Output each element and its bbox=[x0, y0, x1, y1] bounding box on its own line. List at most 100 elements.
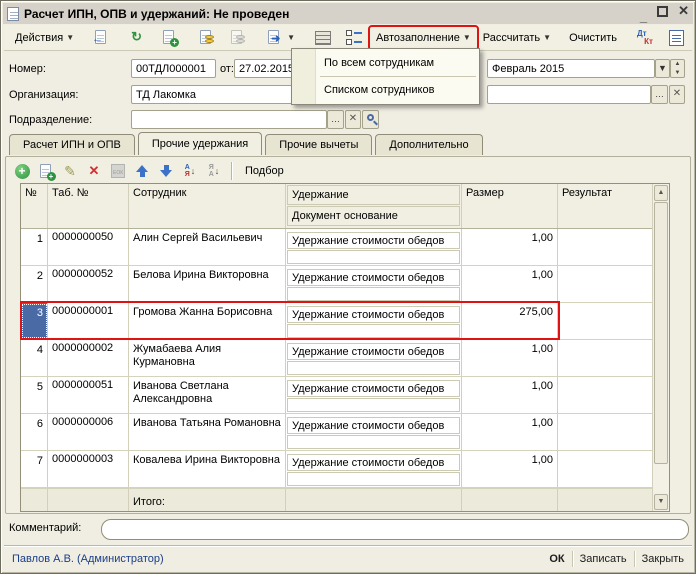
ok-button[interactable]: ОК bbox=[549, 553, 564, 565]
table-toolbar: + + ✎ ✕ АЯ↓ ЯА↓ Подбор bbox=[12, 159, 290, 183]
col-size[interactable]: Размер bbox=[462, 184, 558, 228]
calculate-button[interactable]: Рассчитать▼ bbox=[477, 27, 557, 49]
scroll-down-button[interactable]: ▼ bbox=[654, 494, 668, 510]
doc-coins-disabled-button bbox=[222, 27, 253, 49]
pick-button[interactable]: Подбор bbox=[239, 161, 290, 181]
chevron-down-icon: ▼ bbox=[287, 33, 295, 42]
close-button[interactable]: ✕ bbox=[678, 4, 689, 24]
col-num[interactable]: № bbox=[21, 184, 48, 228]
edit-row-button[interactable]: ✎ bbox=[60, 161, 80, 181]
table-row-selected[interactable]: 3 0000000001 Громова Жанна Борисовна Уде… bbox=[21, 303, 652, 340]
department-search-button[interactable] bbox=[362, 110, 379, 129]
scroll-thumb[interactable] bbox=[654, 202, 668, 464]
extra-field[interactable] bbox=[487, 85, 651, 104]
app-window: Расчет ИПН, ОПВ и удержаний: Не проведен… bbox=[0, 0, 696, 574]
form-settings-button[interactable] bbox=[339, 27, 370, 49]
report-button[interactable] bbox=[661, 27, 692, 49]
autofill-button[interactable]: Автозаполнение▼ bbox=[370, 27, 477, 49]
document-icon bbox=[7, 7, 19, 21]
period-dropdown-button[interactable]: ▼ bbox=[655, 59, 670, 78]
extra-clear-button[interactable]: ✕ bbox=[669, 85, 685, 104]
actions-button[interactable]: Действия▼ bbox=[9, 27, 80, 49]
department-clear-button[interactable]: ✕ bbox=[345, 110, 361, 129]
report-icon bbox=[669, 30, 684, 46]
table-row[interactable]: 5 0000000051 Иванова Светлана Александро… bbox=[21, 377, 652, 414]
scroll-up-button[interactable]: ▲ bbox=[654, 185, 668, 201]
status-bar: Павлов А.В. (Администратор) ОК Записать … bbox=[4, 545, 692, 571]
organization-label: Организация: bbox=[9, 86, 78, 104]
search-icon bbox=[367, 114, 374, 121]
refresh-button[interactable]: ↻ bbox=[123, 27, 154, 49]
tab-prochie-vychety[interactable]: Прочие вычеты bbox=[265, 134, 372, 155]
tab-dopolnitelno[interactable]: Дополнительно bbox=[375, 134, 482, 155]
table-footer: Итого: bbox=[21, 488, 652, 511]
date-label: от: bbox=[220, 60, 234, 78]
number-field[interactable]: 00ТДЛ000001 bbox=[131, 59, 216, 78]
menu-item-employee-list[interactable]: Списком сотрудников bbox=[292, 78, 479, 102]
table-row[interactable]: 1 0000000050 Алин Сергей Васильевич Удер… bbox=[21, 229, 652, 266]
dt-kt-button[interactable]: ДтКт bbox=[629, 27, 661, 49]
document-arrow-icon: ➜ bbox=[265, 28, 284, 47]
department-select-button[interactable]: … bbox=[327, 110, 344, 129]
tab-prochie-uderzhaniya[interactable]: Прочие удержания bbox=[138, 132, 262, 155]
comment-label: Комментарий: bbox=[9, 522, 81, 534]
col-deduction[interactable]: Удержание Документ основание bbox=[286, 184, 462, 228]
period-field[interactable]: Февраль 2015 bbox=[487, 59, 655, 78]
sort-desc-button[interactable]: ЯА↓ bbox=[204, 161, 224, 181]
enter-on-basis-button[interactable]: ➜▼ bbox=[259, 27, 301, 49]
document-coins-gray-icon bbox=[228, 28, 247, 47]
department-label: Подразделение: bbox=[9, 111, 92, 129]
chevron-down-icon: ▼ bbox=[463, 33, 471, 42]
autofill-dropdown-menu: По всем сотрудникам Списком сотрудников bbox=[291, 48, 480, 105]
copy-plus-icon: + bbox=[160, 28, 179, 47]
minimize-button[interactable]: _ bbox=[640, 10, 647, 24]
tab-strip: Расчет ИПН и ОПВ Прочие удержания Прочие… bbox=[9, 134, 483, 155]
copy-button[interactable]: + bbox=[154, 27, 185, 49]
list-settings-button[interactable] bbox=[307, 27, 339, 49]
sort-asc-button[interactable]: АЯ↓ bbox=[180, 161, 200, 181]
col-tab-no[interactable]: Таб. № bbox=[48, 184, 129, 228]
tab-raschet-ipn-opv[interactable]: Расчет ИПН и ОПВ bbox=[9, 134, 135, 155]
list-rows-icon bbox=[315, 31, 331, 45]
menu-item-all-employees[interactable]: По всем сотрудникам bbox=[292, 51, 479, 75]
copy-row-button[interactable]: + bbox=[36, 161, 56, 181]
table-body: 1 0000000050 Алин Сергей Васильевич Удер… bbox=[21, 229, 652, 488]
number-label: Номер: bbox=[9, 60, 46, 78]
comment-field[interactable] bbox=[101, 519, 689, 540]
vertical-scrollbar[interactable]: ▲ ▼ bbox=[652, 184, 669, 511]
save-button[interactable]: Записать bbox=[580, 553, 627, 565]
period-spinner[interactable]: ▲▼ bbox=[670, 59, 685, 78]
copy-row-icon: + bbox=[37, 162, 56, 181]
tab-panel: + + ✎ ✕ АЯ↓ ЯА↓ Подбор № Таб. № Сотрудни… bbox=[5, 156, 691, 514]
refresh-icon: ↻ bbox=[129, 28, 148, 47]
sort-desc-icon: ЯА↓ bbox=[209, 164, 220, 178]
doc-coins-button[interactable] bbox=[191, 27, 222, 49]
move-down-button[interactable] bbox=[156, 161, 176, 181]
add-row-button[interactable]: + bbox=[12, 161, 32, 181]
col-result[interactable]: Результат bbox=[558, 184, 652, 228]
table-header: № Таб. № Сотрудник Удержание Документ ос… bbox=[21, 184, 652, 229]
clear-button[interactable]: Очистить bbox=[563, 27, 623, 49]
maximize-button[interactable] bbox=[657, 6, 668, 17]
extra-select-button[interactable]: … bbox=[651, 85, 668, 104]
menu-separator bbox=[320, 76, 476, 77]
department-field[interactable] bbox=[131, 110, 327, 129]
table-row[interactable]: 7 0000000003 Ковалева Ирина Викторовна У… bbox=[21, 451, 652, 488]
chevron-down-icon: ▼ bbox=[66, 33, 74, 42]
delete-row-button[interactable]: ✕ bbox=[84, 161, 104, 181]
post-document-icon: ← bbox=[92, 28, 111, 47]
table-row[interactable]: 2 0000000052 Белова Ирина Викторовна Уде… bbox=[21, 266, 652, 303]
pencil-icon: ✎ bbox=[64, 163, 76, 180]
close-form-button[interactable]: Закрыть bbox=[642, 553, 684, 565]
document-coins-icon bbox=[197, 28, 216, 47]
window-title: Расчет ИПН, ОПВ и удержаний: Не проведен bbox=[24, 7, 289, 21]
move-up-button[interactable] bbox=[132, 161, 152, 181]
post-document-button[interactable]: ← bbox=[86, 27, 117, 49]
arrow-up-icon bbox=[136, 165, 148, 177]
end-edit-button bbox=[108, 161, 128, 181]
title-bar[interactable]: Расчет ИПН, ОПВ и удержаний: Не проведен… bbox=[3, 3, 693, 24]
dt-kt-icon: ДтКт bbox=[635, 30, 655, 46]
table-row[interactable]: 6 0000000006 Иванова Татьяна Романовна У… bbox=[21, 414, 652, 451]
col-employee[interactable]: Сотрудник bbox=[129, 184, 286, 228]
table-row[interactable]: 4 0000000002 Жумабаева Алия Курмановна У… bbox=[21, 340, 652, 377]
